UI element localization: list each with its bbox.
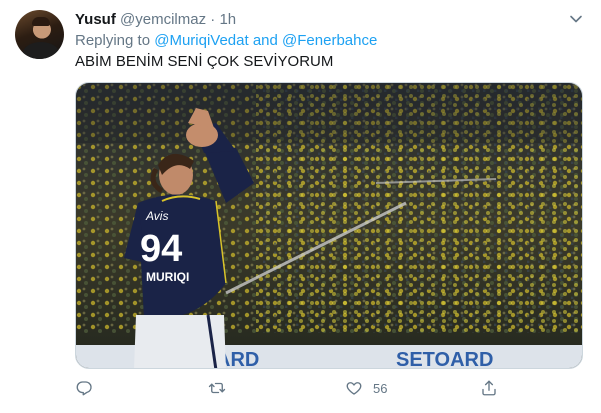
- tweet-text: ABİM BENİM SENİ ÇOK SEVİYORUM: [75, 53, 334, 70]
- retweet-icon: [208, 382, 226, 394]
- share-button[interactable]: [480, 376, 498, 400]
- heart-icon: [346, 382, 362, 395]
- board-text-right: SETOARD: [396, 349, 493, 369]
- avatar[interactable]: [15, 10, 64, 59]
- jersey-name: MURIQI: [146, 270, 189, 284]
- retweet-button[interactable]: [208, 376, 226, 400]
- tweet-header: Yusuf @yemcilmaz · 1h: [75, 11, 236, 29]
- avatar-shirt: [23, 42, 59, 59]
- tweet-photo[interactable]: ARD SETOARD Avis 94 MURIQI: [75, 82, 583, 369]
- replying-and: and: [252, 32, 278, 49]
- reply-icon: [76, 381, 92, 396]
- replying-prefix: Replying to: [75, 32, 151, 49]
- mention-link[interactable]: @MuriqiVedat: [154, 32, 248, 49]
- tweet[interactable]: Yusuf @yemcilmaz · 1h Replying to @Muriq…: [0, 0, 601, 413]
- jersey-number: 94: [140, 228, 182, 270]
- replying-to: Replying to @MuriqiVedat and @Fenerbahce: [75, 32, 377, 50]
- like-button[interactable]: 56: [345, 376, 387, 400]
- user-handle[interactable]: @yemcilmaz: [120, 11, 206, 28]
- photo-scene: ARD SETOARD Avis 94 MURIQI: [76, 83, 582, 369]
- display-name[interactable]: Yusuf: [75, 11, 116, 28]
- avatar-hair: [32, 17, 50, 26]
- chevron-down-icon[interactable]: [568, 11, 584, 27]
- share-icon: [482, 380, 496, 396]
- separator-dot: ·: [210, 11, 216, 28]
- jersey-sponsor: Avis: [145, 209, 168, 223]
- reply-button[interactable]: [75, 376, 93, 400]
- tweet-actions: 56: [75, 376, 515, 400]
- timestamp[interactable]: 1h: [219, 11, 236, 28]
- like-count: 56: [373, 380, 388, 396]
- mention-link[interactable]: @Fenerbahce: [282, 32, 377, 49]
